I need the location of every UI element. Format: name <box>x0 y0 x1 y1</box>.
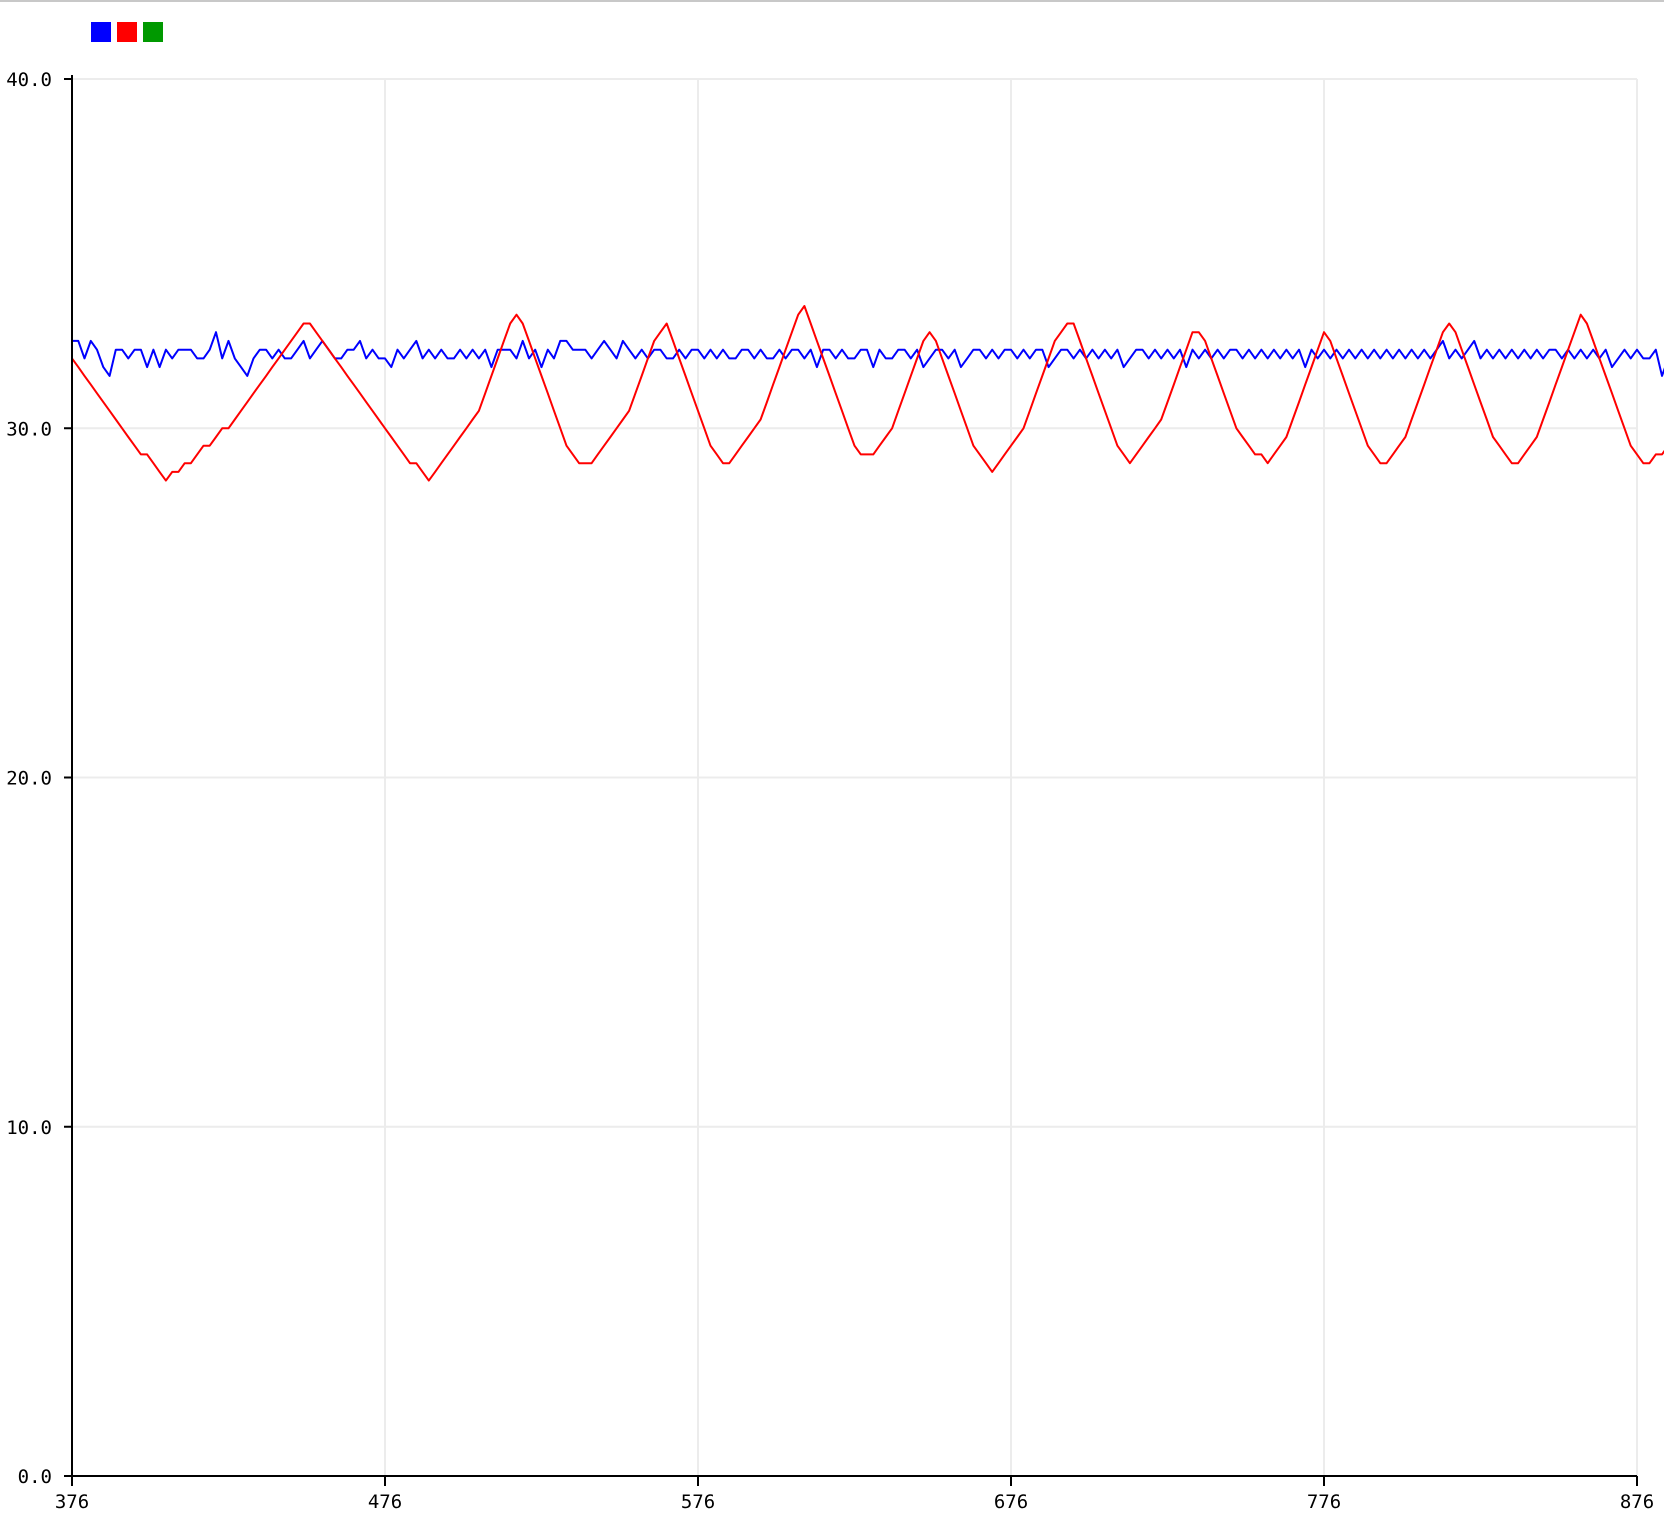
axes <box>71 75 1637 1477</box>
y-tick-label: 0.0 <box>18 1466 52 1488</box>
y-tick-label: 30.0 <box>6 418 52 440</box>
x-tick-label: 376 <box>55 1491 89 1513</box>
y-tick-label: 40.0 <box>6 69 52 91</box>
x-tick-label: 676 <box>994 1491 1028 1513</box>
series-line-2 <box>71 305 1664 482</box>
serial-plot-chart: 0.0 10.0 20.0 30.0 40.0 376 476 576 676 776 876 <box>6 69 1664 1513</box>
x-tick-label: 776 <box>1307 1491 1341 1513</box>
series-line-1 <box>72 331 1664 377</box>
y-tick-label: 10.0 <box>6 1117 52 1139</box>
x-tick-label: 576 <box>681 1491 715 1513</box>
x-axis-ticks: 376 476 576 676 776 876 <box>55 1476 1654 1513</box>
series-lines <box>71 305 1664 482</box>
x-tick-label: 876 <box>1620 1491 1654 1513</box>
grid-lines <box>72 78 1638 1476</box>
x-tick-label: 476 <box>368 1491 402 1513</box>
y-tick-label: 20.0 <box>6 768 52 790</box>
y-axis-ticks: 0.0 10.0 20.0 30.0 40.0 <box>6 69 72 1488</box>
